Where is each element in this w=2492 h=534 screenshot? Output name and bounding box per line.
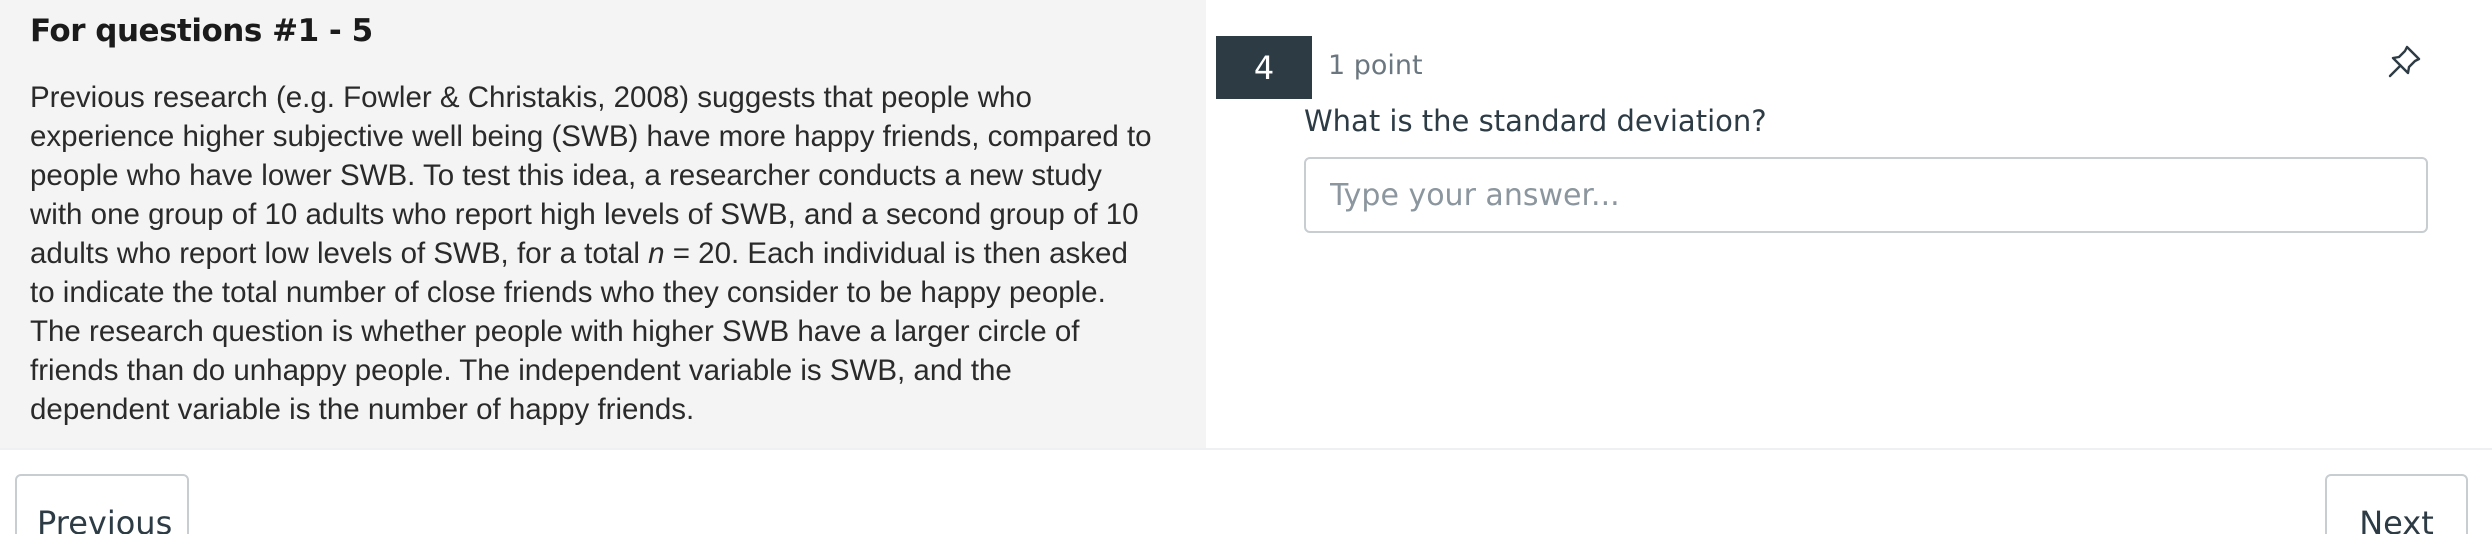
pin-icon[interactable] xyxy=(2384,42,2424,82)
question-number-badge: 4 xyxy=(1216,36,1312,99)
question-points: 1 point xyxy=(1328,50,1423,81)
passage-line: adults who report low levels of SWB, for… xyxy=(30,234,1190,273)
passage-panel: For questions #1 - 5 Previous research (… xyxy=(0,0,1206,448)
passage-title: For questions #1 - 5 xyxy=(30,13,373,49)
passage-line: people who have lower SWB. To test this … xyxy=(30,159,1102,192)
previous-button[interactable]: Previous xyxy=(15,474,189,534)
quiz-page: For questions #1 - 5 Previous research (… xyxy=(0,0,2492,534)
question-text: What is the standard deviation? xyxy=(1304,104,1767,138)
divider xyxy=(0,448,2492,450)
answer-input[interactable] xyxy=(1304,157,2428,233)
question-panel: 4 1 point What is the standard deviation… xyxy=(1206,0,2492,448)
sample-size-symbol: n xyxy=(648,237,665,270)
passage-line: The research question is whether people … xyxy=(30,315,1080,348)
passage-body: Previous research (e.g. Fowler & Christa… xyxy=(30,78,1190,429)
passage-text: = 20. Each individual is then asked xyxy=(664,237,1128,270)
passage-line: dependent variable is the number of happ… xyxy=(30,393,695,426)
passage-line: with one group of 10 adults who report h… xyxy=(30,198,1139,231)
passage-line: to indicate the total number of close fr… xyxy=(30,276,1106,309)
passage-line: Previous research (e.g. Fowler & Christa… xyxy=(30,81,1032,114)
passage-text: adults who report low levels of SWB, for… xyxy=(30,237,649,270)
next-button[interactable]: Next xyxy=(2325,474,2468,534)
pin-icon-graphic xyxy=(2388,45,2421,78)
passage-line: friends than do unhappy people. The inde… xyxy=(30,354,1012,387)
passage-line: experience higher subjective well being … xyxy=(30,120,1152,153)
